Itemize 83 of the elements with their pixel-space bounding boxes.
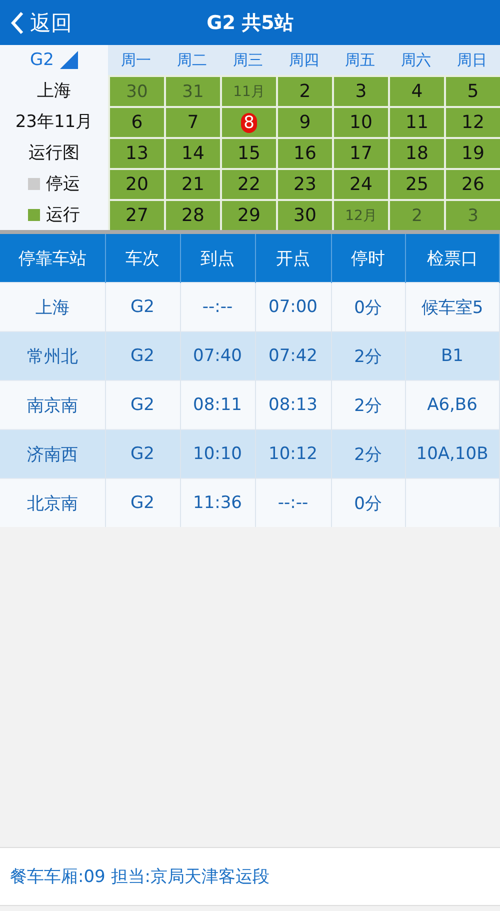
table-cell: 07:40 — [180, 332, 255, 380]
calendar-day[interactable]: 19 — [444, 137, 500, 168]
column-header: 检票口 — [405, 234, 500, 282]
calendar-day[interactable]: 8 — [220, 106, 276, 137]
column-header: 停时 — [331, 234, 405, 282]
calendar-day[interactable]: 13 — [108, 137, 164, 168]
table-cell: 0分 — [331, 282, 405, 332]
table-cell: A6,B6 — [405, 380, 500, 430]
calendar-day[interactable]: 27 — [108, 199, 164, 230]
triangle-icon[interactable] — [60, 51, 78, 69]
weekday-header: 周一 — [108, 45, 164, 75]
column-header: 开点 — [255, 234, 331, 282]
legend-label: 运行 — [46, 204, 80, 226]
table-cell: 候车室5 — [405, 282, 500, 332]
calendar-day[interactable]: 4 — [388, 75, 444, 106]
table-cell: 北京南 — [0, 478, 105, 527]
table-cell: --:-- — [255, 478, 331, 527]
calendar-day[interactable]: 16 — [276, 137, 332, 168]
table-cell: 2分 — [331, 332, 405, 380]
calendar-day[interactable]: 26 — [444, 168, 500, 199]
table-cell: B1 — [405, 332, 500, 380]
table-cell: 11:36 — [180, 478, 255, 527]
calendar-day[interactable]: 23 — [276, 168, 332, 199]
month-label: 23年11月 — [15, 111, 93, 133]
calendar-day[interactable]: 28 — [164, 199, 220, 230]
weekday-header: 周六 — [388, 45, 444, 75]
table-cell: 08:13 — [255, 380, 331, 430]
table-cell: --:-- — [180, 282, 255, 332]
calendar-day[interactable]: 5 — [444, 75, 500, 106]
table-cell: 07:42 — [255, 332, 331, 380]
table-cell: 常州北 — [0, 332, 105, 380]
calendar-day[interactable]: 30 — [276, 199, 332, 230]
table-cell: G2 — [105, 282, 180, 332]
calendar-day[interactable]: 12 — [444, 106, 500, 137]
weekday-header: 周日 — [444, 45, 500, 75]
weekday-header: 周四 — [276, 45, 332, 75]
table-cell: 济南西 — [0, 430, 105, 478]
calendar-day[interactable]: 15 — [220, 137, 276, 168]
calendar-day[interactable]: 22 — [220, 168, 276, 199]
calendar-day[interactable]: 9 — [276, 106, 332, 137]
calendar-day[interactable]: 2 — [276, 75, 332, 106]
calendar-day[interactable]: 18 — [388, 137, 444, 168]
table-cell: G2 — [105, 332, 180, 380]
table-cell: 10:12 — [255, 430, 331, 478]
calendar-day[interactable]: 17 — [332, 137, 388, 168]
weekday-header: 周二 — [164, 45, 220, 75]
chevron-left-icon — [10, 10, 24, 34]
table-cell: G2 — [105, 430, 180, 478]
calendar-day[interactable]: 20 — [108, 168, 164, 199]
calendar-day[interactable]: 21 — [164, 168, 220, 199]
calendar-day[interactable]: 29 — [220, 199, 276, 230]
table-cell: 2分 — [331, 430, 405, 478]
table-cell: 08:11 — [180, 380, 255, 430]
calendar-day[interactable]: 11 — [388, 106, 444, 137]
legend-label: 停运 — [46, 173, 80, 195]
calendar-day[interactable]: 14 — [164, 137, 220, 168]
table-cell: 10:10 — [180, 430, 255, 478]
table-cell: G2 — [105, 380, 180, 430]
table-cell: 2分 — [331, 380, 405, 430]
table-cell: 南京南 — [0, 380, 105, 430]
train-selector[interactable]: G2 — [30, 50, 54, 70]
footer-info: 餐车车厢:09 担当:京局天津客运段 — [10, 866, 270, 888]
chart-caption: 运行图 — [28, 142, 80, 164]
table-cell: 上海 — [0, 282, 105, 332]
calendar-day[interactable]: 24 — [332, 168, 388, 199]
table-cell: 0分 — [331, 478, 405, 527]
calendar-day[interactable]: 6 — [108, 106, 164, 137]
calendar-day[interactable]: 10 — [332, 106, 388, 137]
calendar-day[interactable]: 3 — [332, 75, 388, 106]
column-header: 停靠车站 — [0, 234, 105, 282]
back-button[interactable]: 返回 — [0, 8, 78, 38]
weekday-header: 周五 — [332, 45, 388, 75]
table-cell: 10A,10B — [405, 430, 500, 478]
station-label: 上海 — [37, 80, 71, 102]
column-header: 车次 — [105, 234, 180, 282]
table-cell: G2 — [105, 478, 180, 527]
calendar-day[interactable]: 7 — [164, 106, 220, 137]
column-header: 到点 — [180, 234, 255, 282]
page-title: G2 共5站 — [206, 12, 294, 34]
table-cell: 07:00 — [255, 282, 331, 332]
weekday-header: 周三 — [220, 45, 276, 75]
calendar-day[interactable]: 25 — [388, 168, 444, 199]
today-marker: 8 — [240, 112, 258, 132]
